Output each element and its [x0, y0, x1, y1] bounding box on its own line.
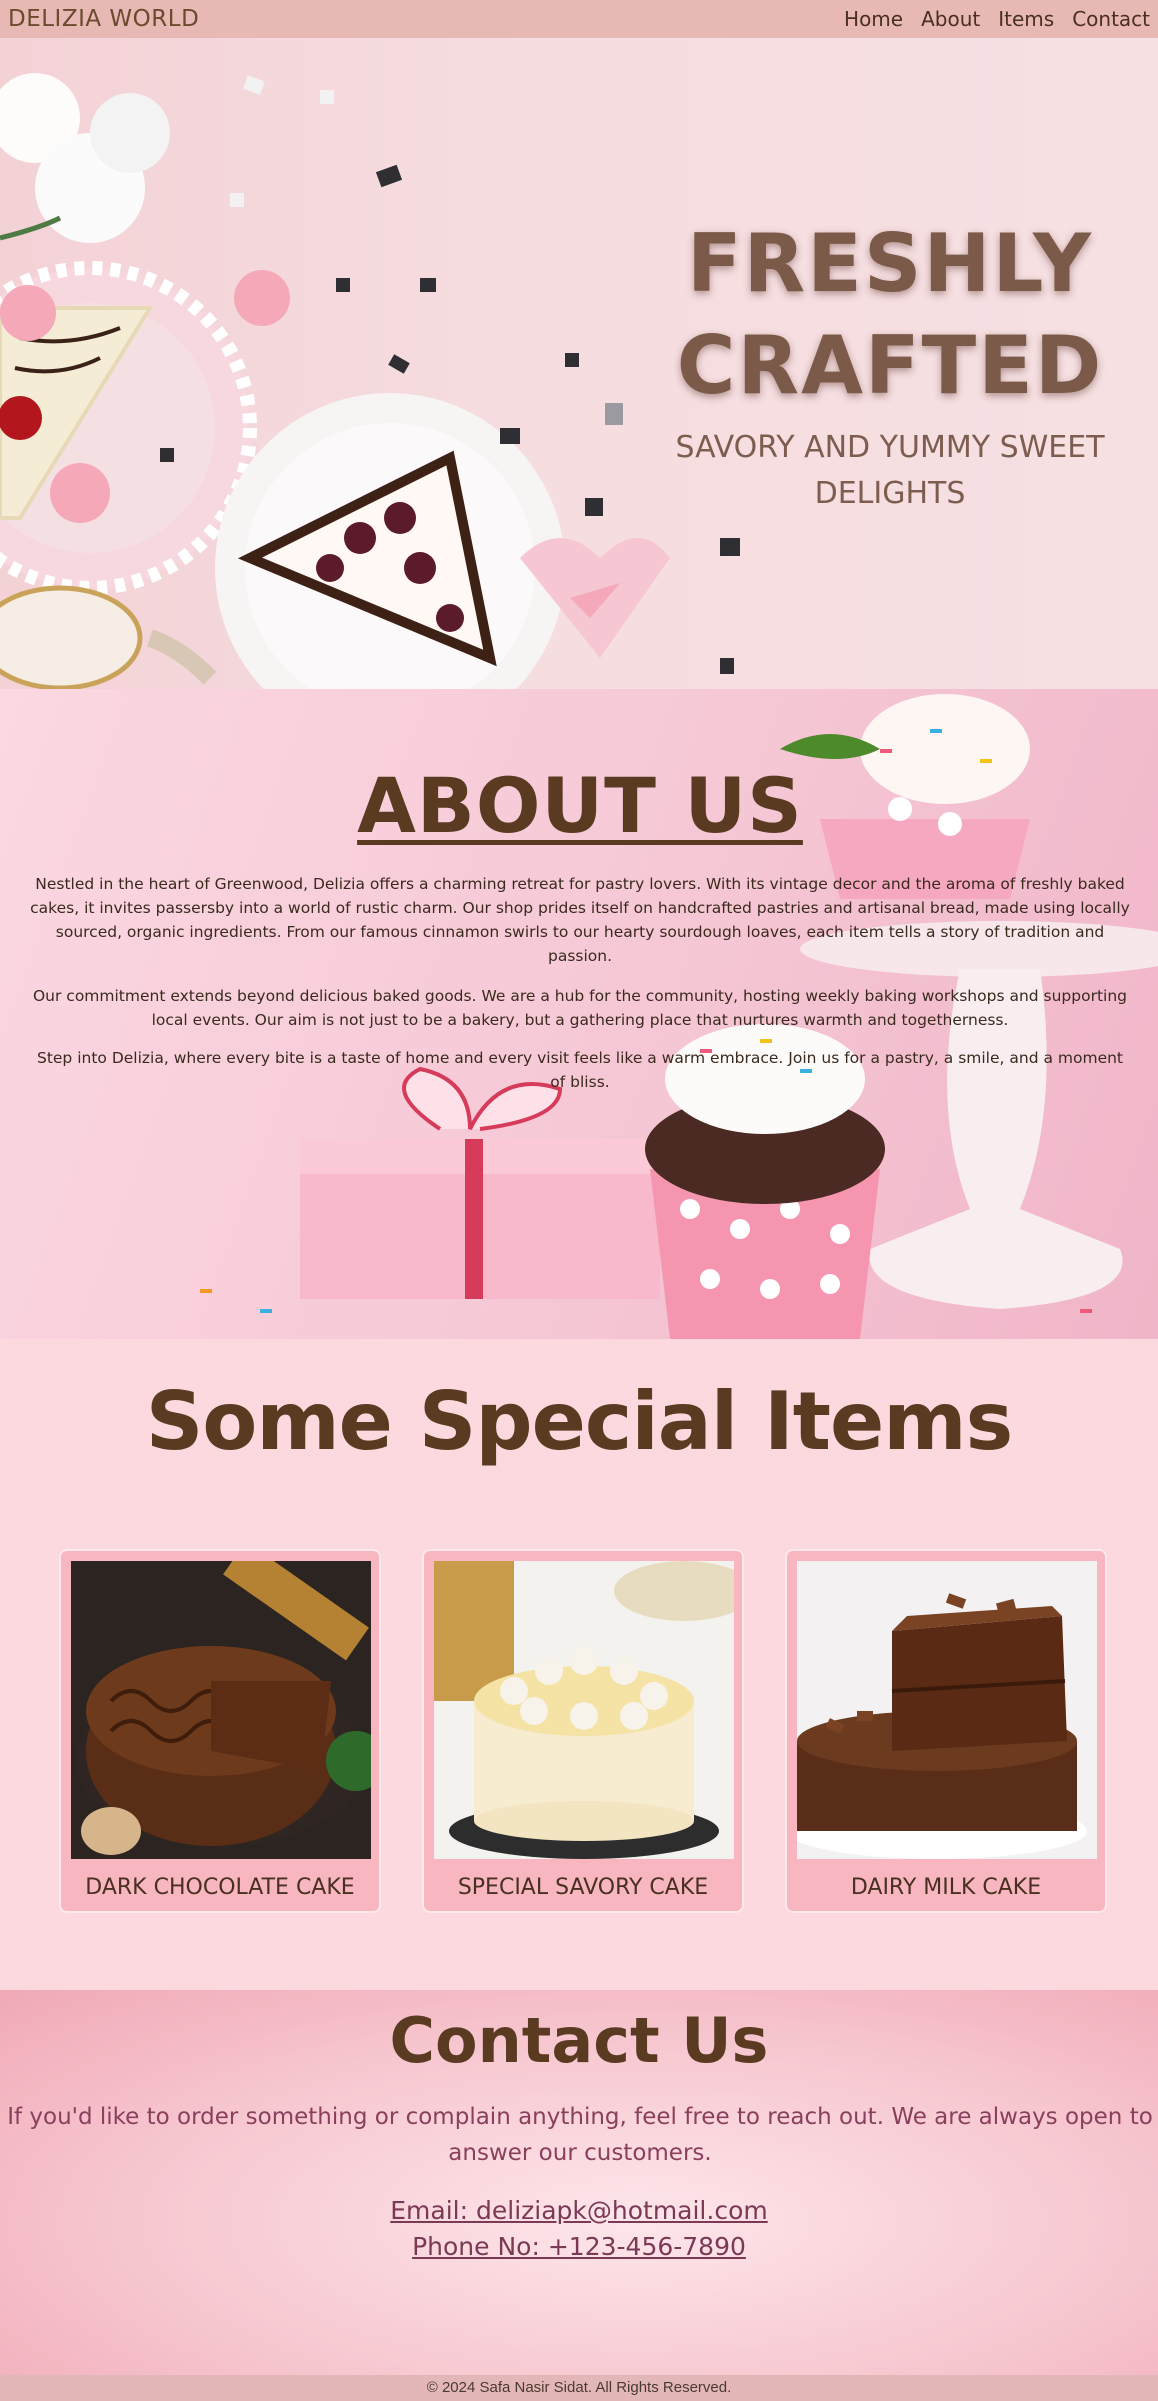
- item-label-dark-chocolate: DARK CHOCOLATE CAKE: [85, 1875, 355, 1900]
- hero-title-line1: FRESHLY: [687, 217, 1093, 310]
- contact-email-link[interactable]: Email: deliziapk@hotmail.com: [0, 2193, 1158, 2229]
- special-savory-cake-image: [434, 1561, 754, 1859]
- about-content: ABOUT US Nestled in the heart of Greenwo…: [30, 761, 1130, 1094]
- dairy-milk-cake-image: [787, 1561, 1097, 1859]
- nav-links: Home About Items Contact: [844, 7, 1150, 31]
- nav-link-about[interactable]: About: [921, 7, 980, 31]
- items-title: Some Special Items: [145, 1375, 1014, 1468]
- hero-subtitle-line1: SAVORY AND YUMMY SWEET: [675, 430, 1105, 465]
- about-section: ABOUT US Nestled in the heart of Greenwo…: [0, 689, 1158, 1339]
- about-paragraph-1: Nestled in the heart of Greenwood, Deliz…: [30, 875, 1130, 965]
- contact-phone-link[interactable]: Phone No: +123-456-7890: [0, 2229, 1158, 2265]
- contact-links: Email: deliziapk@hotmail.com Phone No: +…: [0, 2193, 1158, 2265]
- contact-title: Contact Us: [389, 2004, 769, 2077]
- navbar: DELIZIA WORLD Home About Items Contact: [0, 0, 1158, 38]
- item-card-dairy-milk[interactable]: DAIRY MILK CAKE: [785, 1549, 1107, 1913]
- item-label-dairy-milk: DAIRY MILK CAKE: [850, 1875, 1042, 1900]
- items-section: Some Special Items DARK CHOCOLATE CAKE S…: [0, 1339, 1158, 1990]
- footer: © 2024 Safa Nasir Sidat. All Rights Rese…: [0, 2375, 1158, 2401]
- nav-link-items[interactable]: Items: [998, 7, 1054, 31]
- about-title: ABOUT US: [357, 761, 803, 850]
- about-paragraph-2: Our commitment extends beyond delicious …: [32, 987, 1128, 1029]
- hero-section: FRESHLY CRAFTED SAVORY AND YUMMY SWEET D…: [0, 38, 1158, 689]
- contact-text: If you'd like to order something or comp…: [7, 2104, 1153, 2166]
- footer-copyright: © 2024 Safa Nasir Sidat. All Rights Rese…: [426, 2379, 732, 2396]
- nav-link-contact[interactable]: Contact: [1072, 7, 1150, 31]
- nav-link-home[interactable]: Home: [844, 7, 903, 31]
- brand-logo[interactable]: DELIZIA WORLD: [8, 6, 199, 32]
- item-card-special-savory[interactable]: SPECIAL SAVORY CAKE: [422, 1549, 754, 1913]
- hero-title-line2: CRAFTED: [676, 319, 1104, 412]
- dark-chocolate-cake-image: [71, 1541, 386, 1859]
- hero-text: FRESHLY CRAFTED SAVORY AND YUMMY SWEET D…: [640, 213, 1140, 517]
- hero-subtitle-line2: DELIGHTS: [814, 476, 966, 511]
- about-paragraph-3: Step into Delizia, where every bite is a…: [36, 1049, 1124, 1091]
- item-card-dark-chocolate[interactable]: DARK CHOCOLATE CAKE: [59, 1541, 386, 1913]
- contact-section: Contact Us If you'd like to order someth…: [0, 1990, 1158, 2375]
- item-label-special-savory: SPECIAL SAVORY CAKE: [457, 1875, 709, 1900]
